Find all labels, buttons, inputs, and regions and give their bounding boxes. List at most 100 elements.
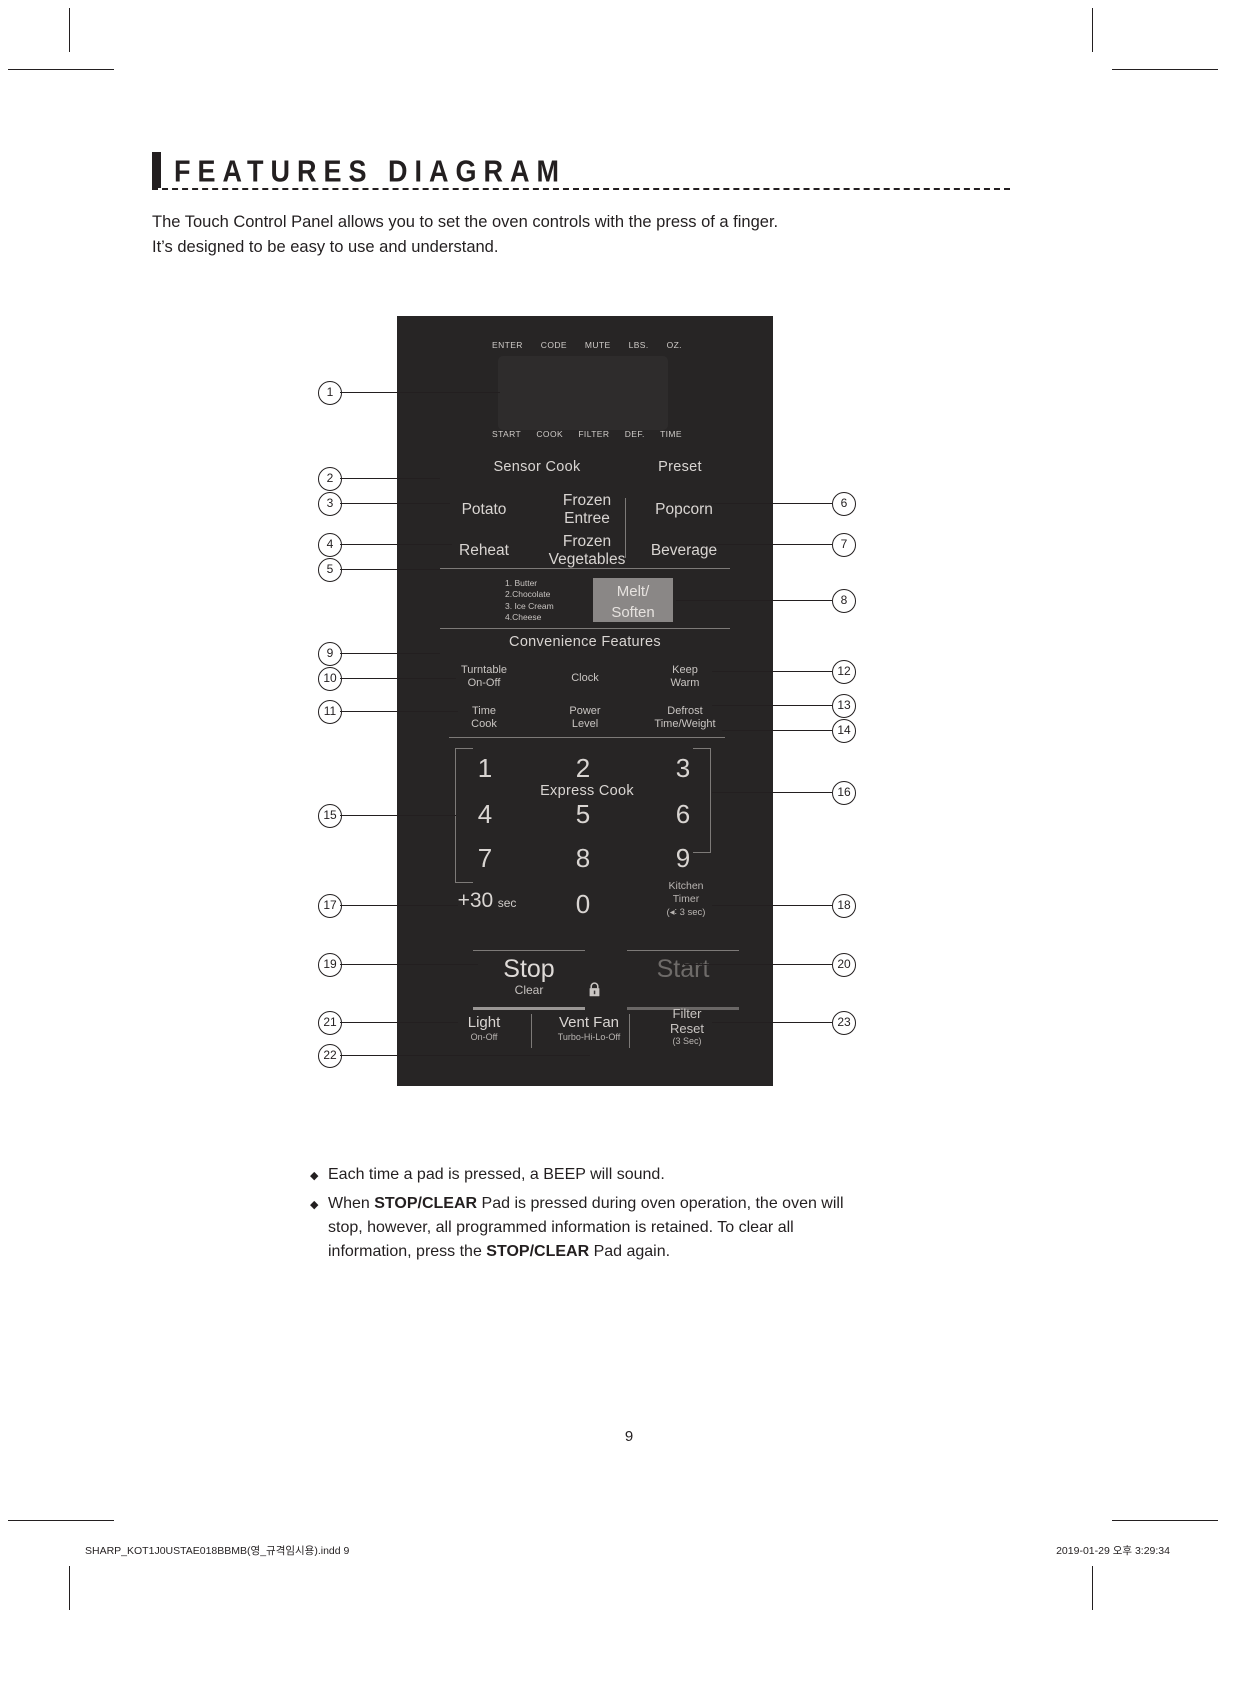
divider-sensor-preset [625,498,626,558]
callout-5: 5 [318,558,342,582]
pad-frozen-entree-label-1: Frozen [562,492,612,509]
note-item-1: ◆ Each time a pad is pressed, a BEEP wil… [310,1163,870,1187]
pad-start[interactable]: Start [625,956,741,983]
leader-12 [712,671,832,672]
key-7[interactable]: 7 [460,843,510,874]
indicator-mute: MUTE [584,340,611,350]
callout-15: 15 [318,804,342,828]
title-accent-bar [152,152,161,188]
pad-light-on-off[interactable]: Light On-Off [432,1014,536,1043]
key-1[interactable]: 1 [460,753,510,784]
note-1-text: Each time a pad is pressed, a BEEP will … [328,1166,665,1183]
pad-filter-reset[interactable]: Filter Reset (3 Sec) [635,1006,739,1047]
pad-filter-label-1: Filter [672,1006,702,1021]
pad-light-label-1: Light [467,1014,501,1031]
pad-light-label-2: On-Off [470,1032,498,1042]
pad-defrost-time-weight[interactable]: Defrost Time/Weight [630,705,740,731]
intro-paragraph: The Touch Control Panel allows you to se… [152,210,912,260]
note-2-strong-1: STOP/CLEAR [374,1195,478,1212]
leader-9 [340,653,440,654]
callout-10: 10 [318,667,342,691]
leader-22 [340,1055,590,1056]
callout-1: 1 [318,381,342,405]
callout-18: 18 [832,894,856,918]
callout-17: 17 [318,894,342,918]
key-3[interactable]: 3 [658,753,708,784]
pad-frozen-entree[interactable]: Frozen Entree [537,492,637,528]
callout-9: 9 [318,642,342,666]
key-2[interactable]: 2 [558,753,608,784]
keypad-bracket-left-bottom [455,882,473,883]
pad-add-30-sec-unit: sec [497,896,517,910]
pad-clock[interactable]: Clock [535,672,635,685]
pad-keep-warm[interactable]: Keep Warm [635,664,735,690]
melt-option-4: 4.Cheese [505,611,542,622]
crop-mark-bottom-right-h [1112,1520,1218,1521]
callout-8: 8 [832,589,856,613]
pad-melt-soften[interactable]: Melt/ Soften [593,578,673,622]
leader-6 [712,503,832,504]
pad-keep-warm-label-2: Warm [670,677,700,689]
keypad-bracket-right-bottom [693,852,711,853]
pad-add-30-sec[interactable]: +30 sec [432,889,542,913]
callout-13: 13 [832,694,856,718]
key-9[interactable]: 9 [658,843,708,874]
key-0[interactable]: 0 [558,889,608,920]
footer-timestamp: 2019-01-29 오후 3:29:34 [1056,1545,1170,1557]
pad-kitchen-timer-label-3: (◂∶ 3 sec) [666,907,706,918]
pad-vent-fan-label-1: Vent Fan [558,1014,620,1031]
melt-soften-option-list: 1. Butter 2.Chocolate 3. Ice Cream 4.Che… [505,578,585,623]
leader-16 [712,792,832,793]
pad-power-level[interactable]: Power Level [535,705,635,731]
leader-5 [340,569,440,570]
crop-mark-bottom-right-v [1092,1566,1093,1610]
divider-below-melt [440,628,730,629]
callout-4: 4 [318,533,342,557]
leader-23 [712,1022,832,1023]
pad-power-level-label-1: Power [569,705,601,717]
key-6[interactable]: 6 [658,799,708,830]
pad-start-label: Start [656,955,710,983]
lock-icon [588,982,601,997]
key-4[interactable]: 4 [460,799,510,830]
leader-18 [712,905,832,906]
intro-line-1: The Touch Control Panel allows you to se… [152,213,779,231]
pad-vent-fan[interactable]: Vent Fan Turbo-Hi-Lo-Off [537,1014,641,1043]
callout-7: 7 [832,533,856,557]
pad-frozen-vegetables-label-2: Vegetables [548,551,626,568]
callout-21: 21 [318,1011,342,1035]
pad-stop-clear[interactable]: Stop Clear [467,956,591,998]
callout-16: 16 [832,781,856,805]
display-screen [498,356,668,430]
key-8[interactable]: 8 [558,843,608,874]
indicator-def: DEF. [624,429,645,439]
callout-11: 11 [318,700,342,724]
leader-14 [722,730,832,731]
keypad-bracket-right-top [693,748,711,749]
leader-21 [340,1022,458,1023]
note-2-part-a: When [328,1195,375,1212]
intro-line-2: It’s designed to be easy to use and unde… [152,238,499,256]
section-title-express-cook: Express Cook [540,783,634,799]
pad-filter-label-2: Reset [670,1021,704,1036]
callout-6: 6 [832,492,856,516]
pad-frozen-vegetables-label-1: Frozen [562,533,612,550]
indicator-cook: COOK [536,429,564,439]
pad-filter-label-3: (3 Sec) [672,1036,702,1046]
divider-above-start [627,950,739,951]
pad-time-cook[interactable]: Time Cook [434,705,534,731]
leader-7 [712,544,832,545]
indicator-start: START [492,429,522,439]
leader-1 [340,392,500,393]
callout-19: 19 [318,953,342,977]
pad-kitchen-timer[interactable]: Kitchen Timer (◂∶ 3 sec) [635,880,737,919]
section-title-convenience-features: Convenience Features [509,634,661,650]
keypad-bracket-right-vert [710,748,711,852]
crop-mark-top-left-v [69,8,70,52]
pad-frozen-vegetables[interactable]: Frozen Vegetables [529,533,645,569]
pad-turntable-on-off[interactable]: Turntable On-Off [434,664,534,690]
keypad-bracket-left-top [455,748,473,749]
crop-mark-top-right-h [1112,69,1218,70]
key-5[interactable]: 5 [558,799,608,830]
pad-defrost-label-1: Defrost [667,705,703,717]
